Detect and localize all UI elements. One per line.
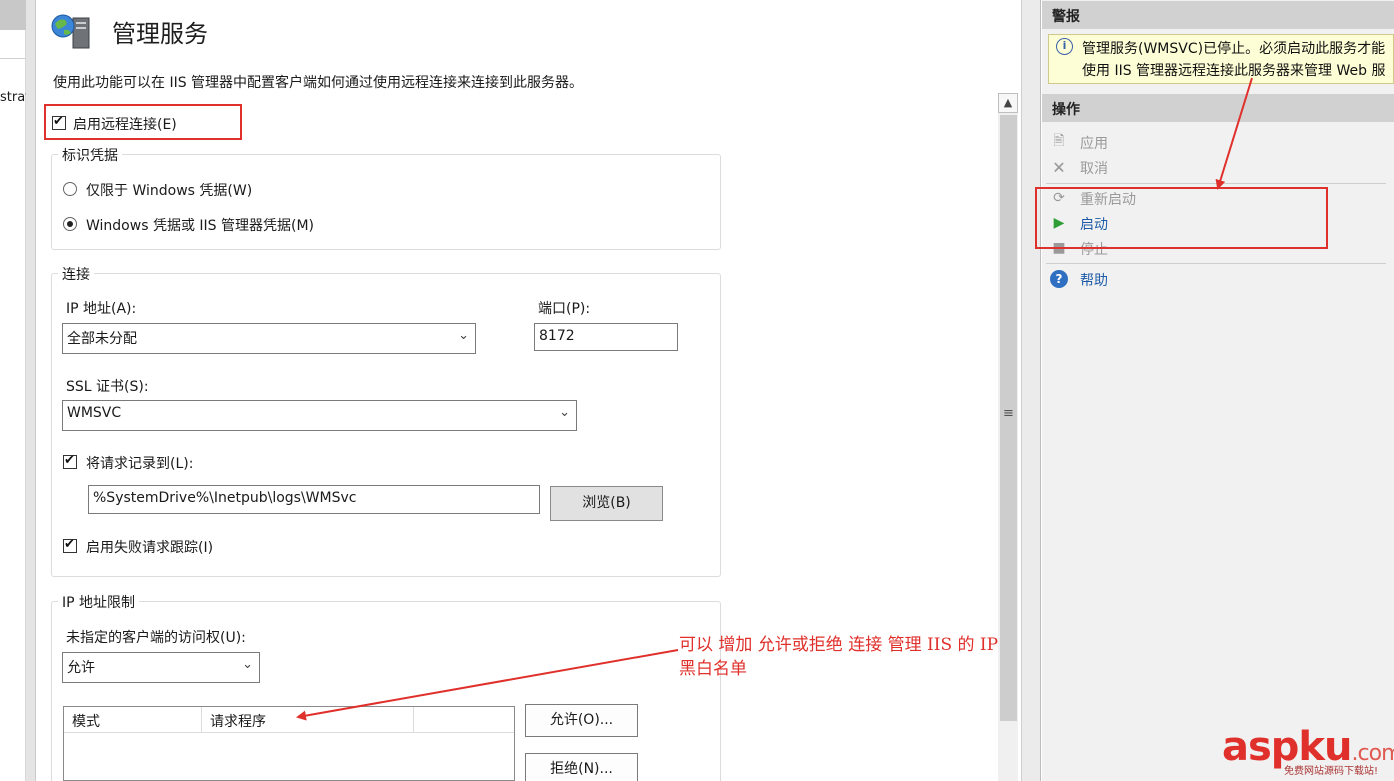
radio-windows-or-iis[interactable] [63,217,77,231]
highlight-enable-remote [44,104,242,140]
action-help[interactable]: 帮助 [1080,270,1108,290]
pane-splitter[interactable] [26,0,36,781]
annotation-line-1: 可以 增加 允许或拒绝 连接 管理 IIS 的 IP [679,635,999,655]
actions-separator [1046,183,1386,184]
right-pane-splitter[interactable] [1021,0,1041,781]
action-cancel[interactable]: 取消 [1080,158,1108,178]
deny-button[interactable]: 拒绝(N)... [525,753,638,781]
alerts-header: 警报 [1042,1,1394,29]
log-path-input[interactable]: %SystemDrive%\Inetpub\logs\WMSvc [88,485,540,514]
scroll-up-icon[interactable]: ▲ [998,93,1018,113]
watermark-tagline: 免费网站源码下载站! [1284,766,1379,777]
browse-button[interactable]: 浏览(B) [550,486,663,521]
unspecified-access-value: 允许 [67,660,95,676]
ip-address-select[interactable]: 全部未分配 ⌄ [62,323,476,354]
actions-header: 操作 [1042,94,1394,122]
page-title: 管理服务 [112,20,208,48]
left-strip-header [0,0,26,30]
ip-address-value: 全部未分配 [67,331,137,347]
alert-message: 管理服务(WMSVC)已停止。必须启动此服务才能使用 IIS 管理器远程连接此服… [1082,41,1386,79]
chevron-down-icon: ⌄ [458,328,469,343]
unspecified-access-select[interactable]: 允许 ⌄ [62,652,260,683]
page-description: 使用此功能可以在 IIS 管理器中配置客户端如何通过使用远程连接来连接到此服务器… [53,75,584,91]
server-globe-icon [51,14,90,49]
failed-trace-label[interactable]: 启用失败请求跟踪(I) [86,537,213,557]
ssl-cert-select[interactable]: WMSVC ⌄ [62,400,577,431]
info-icon: i [1056,38,1073,55]
left-navigation-strip: strat [0,0,26,781]
column-header-requester[interactable]: 请求程序 [202,707,414,733]
ip-address-label: IP 地址(A): [66,301,137,317]
chevron-down-icon: ⌄ [242,657,253,672]
actions-separator [1046,263,1386,264]
ssl-cert-label: SSL 证书(S): [66,379,149,395]
allow-button[interactable]: 允许(O)... [525,704,638,737]
identity-group-title: 标识凭据 [58,145,122,165]
radio-windows-or-iis-label[interactable]: Windows 凭据或 IIS 管理器凭据(M) [86,215,314,235]
annotation-note: 可以 增加 允许或拒绝 连接 管理 IIS 的 IP 黑白名单 [679,633,998,681]
radio-windows-only[interactable] [63,182,77,196]
ssl-cert-value: WMSVC [67,405,122,421]
unspecified-access-label: 未指定的客户端的访问权(U): [66,630,246,646]
identity-group [51,154,721,250]
annotation-line-2: 黑白名单 [679,659,747,679]
highlight-start-action [1035,187,1328,249]
column-header-mode[interactable]: 模式 [64,707,202,733]
cancel-icon: 🗙 [1053,159,1065,175]
left-strip-text[interactable]: strat [0,90,26,105]
scroll-grip-icon: ≡ [1003,406,1014,421]
ip-restriction-group-title: IP 地址限制 [58,592,140,612]
help-icon: ? [1050,270,1068,288]
log-requests-checkbox[interactable] [63,453,77,469]
log-requests-label[interactable]: 将请求记录到(L): [86,453,193,473]
port-input[interactable]: 8172 [534,323,678,351]
port-label: 端口(P): [538,301,591,317]
connection-group-title: 连接 [58,264,94,284]
failed-trace-checkbox[interactable] [63,537,77,553]
left-strip-divider [0,58,26,59]
apply-icon: 🖹 [1053,133,1065,149]
radio-windows-only-label[interactable]: 仅限于 Windows 凭据(W) [86,180,252,200]
action-apply[interactable]: 应用 [1080,133,1108,153]
chevron-down-icon: ⌄ [559,405,570,420]
